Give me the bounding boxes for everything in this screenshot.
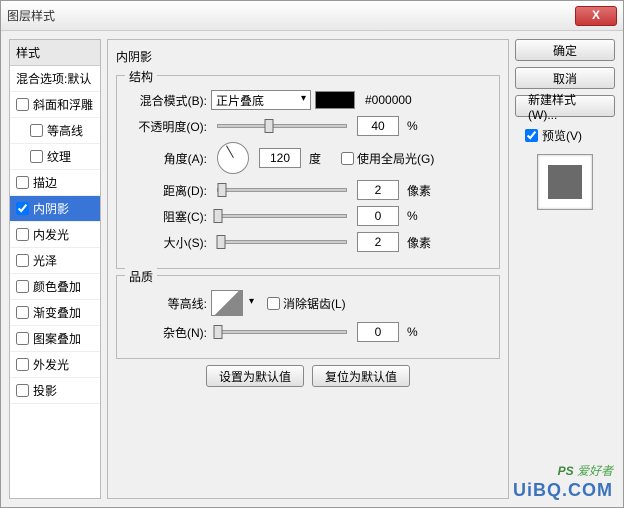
angle-dial[interactable] (217, 142, 249, 174)
structure-group: 结构 混合模式(B): 正片叠底 #000000 不透明度(O): 40 % 角… (116, 75, 500, 269)
title-bar: 图层样式 X (1, 1, 623, 31)
choke-input[interactable]: 0 (357, 206, 399, 226)
preview-box-check[interactable] (525, 129, 538, 142)
sidebar-item-3[interactable]: 描边 (10, 170, 100, 196)
sidebar-checkbox-3[interactable] (16, 176, 29, 189)
cancel-button[interactable]: 取消 (515, 67, 615, 89)
angle-label: 角度(A): (127, 150, 207, 167)
sidebar-checkbox-11[interactable] (16, 384, 29, 397)
sidebar-checkbox-1[interactable] (30, 124, 43, 137)
sidebar-label-8: 渐变叠加 (33, 304, 81, 321)
noise-unit: % (407, 325, 435, 339)
opacity-slider[interactable] (217, 124, 347, 128)
sidebar-checkbox-0[interactable] (16, 98, 29, 111)
distance-label: 距离(D): (127, 182, 207, 199)
contour-picker[interactable] (211, 290, 243, 316)
noise-input[interactable]: 0 (357, 322, 399, 342)
sidebar-item-10[interactable]: 外发光 (10, 352, 100, 378)
size-label: 大小(S): (127, 234, 207, 251)
sidebar-label-1: 等高线 (47, 122, 83, 139)
choke-unit: % (407, 209, 435, 223)
sidebar-label-11: 投影 (33, 382, 57, 399)
global-light-checkbox[interactable]: 使用全局光(G) (341, 150, 434, 167)
sidebar-label-9: 图案叠加 (33, 330, 81, 347)
sidebar-item-11[interactable]: 投影 (10, 378, 100, 404)
size-unit: 像素 (407, 234, 435, 251)
distance-unit: 像素 (407, 182, 435, 199)
panel-title: 内阴影 (116, 50, 152, 64)
sidebar-item-6[interactable]: 光泽 (10, 248, 100, 274)
sidebar-checkbox-2[interactable] (30, 150, 43, 163)
sidebar-item-7[interactable]: 颜色叠加 (10, 274, 100, 300)
ok-button[interactable]: 确定 (515, 39, 615, 61)
blend-mode-label: 混合模式(B): (127, 92, 207, 109)
color-hex: #000000 (365, 93, 412, 107)
contour-label: 等高线: (127, 295, 207, 312)
color-swatch[interactable] (315, 91, 355, 109)
angle-input[interactable]: 120 (259, 148, 301, 168)
sidebar-label-5: 内发光 (33, 226, 69, 243)
quality-title: 品质 (125, 268, 157, 285)
sidebar-item-2[interactable]: 纹理 (10, 144, 100, 170)
blend-mode-select[interactable]: 正片叠底 (211, 90, 311, 110)
sidebar-checkbox-9[interactable] (16, 332, 29, 345)
distance-input[interactable]: 2 (357, 180, 399, 200)
global-light-box[interactable] (341, 152, 354, 165)
noise-slider[interactable] (217, 330, 347, 334)
window-title: 图层样式 (7, 7, 575, 24)
opacity-input[interactable]: 40 (357, 116, 399, 136)
sidebar-checkbox-6[interactable] (16, 254, 29, 267)
sidebar-label-6: 光泽 (33, 252, 57, 269)
main-panel: 内阴影 结构 混合模式(B): 正片叠底 #000000 不透明度(O): 40… (107, 39, 509, 499)
opacity-unit: % (407, 119, 435, 133)
antialias-box[interactable] (267, 297, 280, 310)
preview-inner (548, 165, 582, 199)
noise-label: 杂色(N): (127, 324, 207, 341)
sidebar-label-7: 颜色叠加 (33, 278, 81, 295)
reset-default-button[interactable]: 复位为默认值 (312, 365, 410, 387)
sidebar-checkbox-7[interactable] (16, 280, 29, 293)
sidebar-checkbox-10[interactable] (16, 358, 29, 371)
styles-list: 样式 混合选项:默认 斜面和浮雕等高线纹理描边内阴影内发光光泽颜色叠加渐变叠加图… (9, 39, 101, 499)
choke-slider[interactable] (217, 214, 347, 218)
sidebar-item-8[interactable]: 渐变叠加 (10, 300, 100, 326)
sidebar-item-5[interactable]: 内发光 (10, 222, 100, 248)
sidebar-checkbox-4[interactable] (16, 202, 29, 215)
antialias-checkbox[interactable]: 消除锯齿(L) (267, 295, 346, 312)
sidebar-item-0[interactable]: 斜面和浮雕 (10, 92, 100, 118)
size-slider[interactable] (217, 240, 347, 244)
angle-unit: 度 (309, 150, 337, 167)
distance-slider[interactable] (217, 188, 347, 192)
preview-swatch (537, 154, 593, 210)
structure-title: 结构 (125, 68, 157, 85)
sidebar-item-4[interactable]: 内阴影 (10, 196, 100, 222)
sidebar-item-1[interactable]: 等高线 (10, 118, 100, 144)
sidebar-checkbox-8[interactable] (16, 306, 29, 319)
sidebar-label-0: 斜面和浮雕 (33, 96, 93, 113)
set-default-button[interactable]: 设置为默认值 (206, 365, 304, 387)
sidebar-label-10: 外发光 (33, 356, 69, 373)
sidebar-label-2: 纹理 (47, 148, 71, 165)
choke-label: 阻塞(C): (127, 208, 207, 225)
preview-checkbox[interactable]: 预览(V) (525, 127, 615, 144)
sidebar-checkbox-5[interactable] (16, 228, 29, 241)
right-panel: 确定 取消 新建样式(W)... 预览(V) (515, 39, 615, 499)
styles-header: 样式 (10, 40, 100, 66)
close-button[interactable]: X (575, 6, 617, 26)
sidebar-label-3: 描边 (33, 174, 57, 191)
quality-group: 品质 等高线: 消除锯齿(L) 杂色(N): 0 % (116, 275, 500, 359)
blend-options-default[interactable]: 混合选项:默认 (10, 66, 100, 92)
sidebar-label-4: 内阴影 (33, 200, 69, 217)
opacity-label: 不透明度(O): (127, 118, 207, 135)
size-input[interactable]: 2 (357, 232, 399, 252)
sidebar-item-9[interactable]: 图案叠加 (10, 326, 100, 352)
new-style-button[interactable]: 新建样式(W)... (515, 95, 615, 117)
